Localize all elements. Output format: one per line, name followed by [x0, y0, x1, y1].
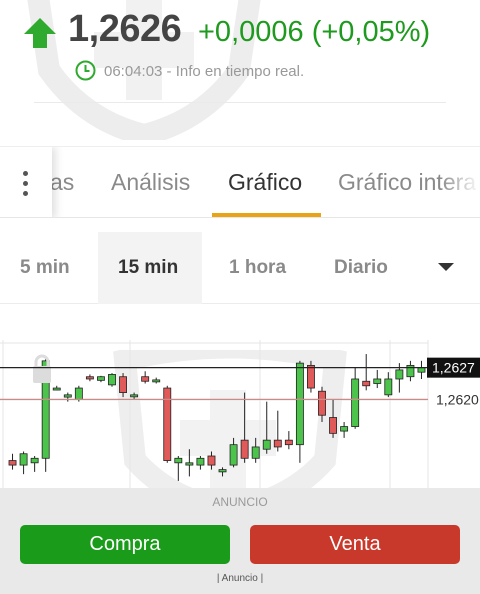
candle-down [318, 390, 326, 416]
candle-up [262, 439, 271, 450]
last-price-label: 1,2627 [432, 360, 475, 376]
time-suffix: - Info en tiempo real. [162, 63, 305, 80]
chart-candles [8, 354, 426, 481]
timeframe-selector: 5 min 15 min 1 hora Diario [0, 232, 480, 304]
candle-down [273, 439, 282, 448]
candle-up [196, 457, 205, 466]
lock-icon [33, 354, 51, 383]
candle-up [218, 469, 227, 473]
candle-up [108, 374, 116, 386]
candle-up [373, 378, 382, 384]
candle-up [63, 394, 72, 398]
candle-down [362, 380, 371, 387]
more-options-button[interactable] [0, 147, 52, 217]
ad-label: ANUNCIO [212, 495, 268, 509]
candle-down [207, 455, 216, 466]
candle-up [384, 378, 393, 396]
timeframe-1hora[interactable]: 1 hora [229, 232, 286, 304]
chevron-down-icon[interactable] [438, 263, 454, 271]
price-change: +0,0006 (+0,05%) [198, 16, 431, 48]
tabs-fade [440, 147, 480, 217]
chart-grid [0, 340, 429, 490]
candlestick-chart[interactable]: 1,2627 1,2620 [0, 340, 480, 490]
reference-price-label: 1,2620 [436, 391, 479, 407]
more-options-dot [23, 181, 28, 186]
time-value: 06:04:03 [104, 63, 163, 80]
price-value: 1,2626 [68, 8, 182, 50]
arrow-up-icon [24, 18, 56, 48]
candle-up [152, 379, 161, 383]
candle-up [185, 462, 194, 466]
clock-icon [75, 60, 96, 81]
candle-down [240, 439, 249, 459]
quote-header: 1,2626 +0,0006 (+0,05%) 06:04:03 - Info … [0, 0, 480, 145]
tab-partial[interactable]: as [50, 169, 74, 196]
candle-up [395, 369, 404, 380]
candle-down [85, 376, 94, 380]
tab-grafico[interactable]: Gráfico [228, 169, 302, 196]
candle-down [284, 439, 293, 446]
timeframe-15min[interactable]: 15 min [98, 232, 202, 304]
candle-up [351, 378, 360, 427]
candle-up [295, 362, 304, 446]
candle-up [52, 387, 61, 391]
more-options-dot [23, 191, 28, 196]
candle-up [251, 446, 260, 459]
tab-analisis[interactable]: Análisis [111, 169, 190, 196]
buy-button[interactable]: Compra [20, 525, 230, 564]
timeframe-diario[interactable]: Diario [334, 232, 388, 304]
candle-up [97, 376, 105, 381]
divider [34, 102, 446, 103]
candle-down [119, 376, 127, 393]
timeframe-5min[interactable]: 5 min [20, 232, 70, 304]
candle-down [8, 460, 17, 466]
candle-up [74, 387, 83, 400]
candle-down [141, 376, 150, 382]
update-time: 06:04:03 - Info en tiempo real. [104, 63, 304, 80]
active-tab-indicator [212, 213, 321, 217]
candle-down [329, 417, 337, 434]
candle-up [30, 457, 39, 464]
candle-up [174, 457, 183, 464]
candle-down [307, 364, 315, 389]
more-options-icon [23, 171, 28, 176]
candle-up [417, 367, 426, 373]
ad-footer-label: | Anuncio | [216, 573, 264, 584]
section-tabs: as Análisis Gráfico Gráfico intera [0, 146, 480, 218]
candle-up [229, 444, 238, 466]
candle-up [19, 453, 28, 466]
candle-up [130, 394, 139, 398]
sell-button[interactable]: Venta [250, 525, 460, 564]
candle-up [340, 426, 349, 432]
